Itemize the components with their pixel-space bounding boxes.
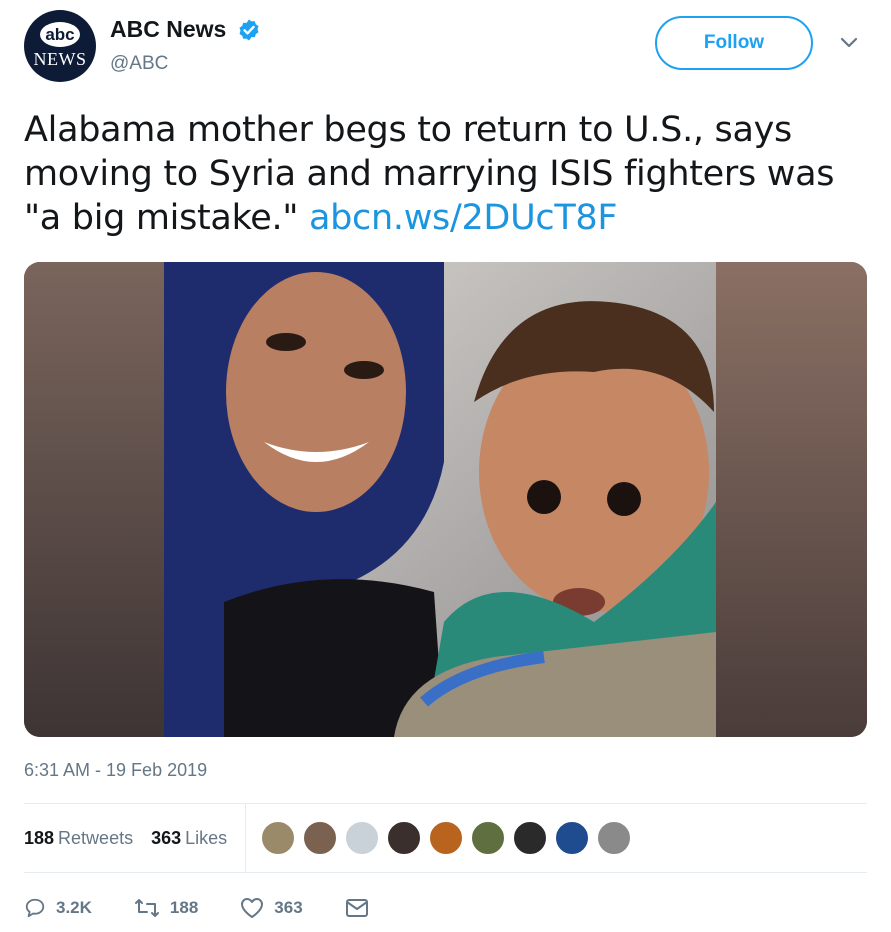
display-name[interactable]: ABC News (110, 16, 226, 43)
liker-avatar[interactable] (302, 820, 339, 856)
envelope-icon (345, 899, 368, 917)
liker-avatar[interactable] (470, 820, 507, 856)
reply-icon (25, 898, 45, 918)
liker-avatar[interactable] (386, 820, 423, 856)
avatar-logo-abc: abc (40, 22, 80, 47)
like-button[interactable]: 363 (240, 897, 303, 919)
liker-avatar[interactable] (344, 820, 381, 856)
verified-badge-icon (239, 19, 259, 40)
retweet-button[interactable]: 188 (134, 897, 198, 919)
tweet-photo[interactable] (24, 262, 867, 737)
likes-count: 363 (151, 827, 182, 848)
likes-label: Likes (185, 827, 228, 848)
liker-avatar[interactable] (596, 820, 633, 856)
retweet-icon (134, 899, 159, 917)
tweet-link[interactable]: abcn.ws/2DUcT8F (309, 198, 618, 238)
divider-bottom (24, 872, 867, 873)
tweet-text: Alabama mother begs to return to U.S., s… (24, 108, 864, 240)
stats-separator (245, 804, 247, 872)
avatar-logo-news: NEWS (33, 49, 87, 69)
liker-avatar[interactable] (554, 820, 591, 856)
tweet-actions: 3.2K 188 363 (24, 888, 421, 928)
retweets-label: Retweets (58, 827, 134, 848)
chevron-down-icon[interactable] (839, 36, 859, 50)
direct-message-button[interactable] (345, 898, 379, 918)
liker-avatar[interactable] (260, 820, 297, 856)
likes-stat[interactable]: 363 Likes (151, 828, 227, 849)
handle[interactable]: @ABC (110, 53, 261, 75)
retweets-stat[interactable]: 188 Retweets (24, 828, 133, 849)
photo-woman-and-child-icon (24, 262, 867, 737)
like-count: 363 (274, 898, 303, 917)
avatar[interactable]: abc NEWS (24, 10, 96, 82)
follow-button[interactable]: Follow (655, 16, 813, 70)
liker-avatar[interactable] (428, 820, 465, 856)
author-block: ABC News @ABC (110, 16, 261, 75)
retweet-count: 188 (169, 898, 199, 917)
tweet-header: abc NEWS ABC News @ABC Follow (24, 10, 867, 82)
retweets-count: 188 (24, 827, 55, 848)
engagement-stats: 188 Retweets 363 Likes (24, 804, 867, 872)
reply-count: 3.2K (56, 898, 92, 917)
heart-icon (241, 898, 264, 918)
liker-avatars (260, 820, 638, 856)
reply-button[interactable]: 3.2K (24, 897, 92, 919)
liker-avatar[interactable] (512, 820, 549, 856)
tweet-timestamp[interactable]: 6:31 AM - 19 Feb 2019 (24, 760, 207, 781)
